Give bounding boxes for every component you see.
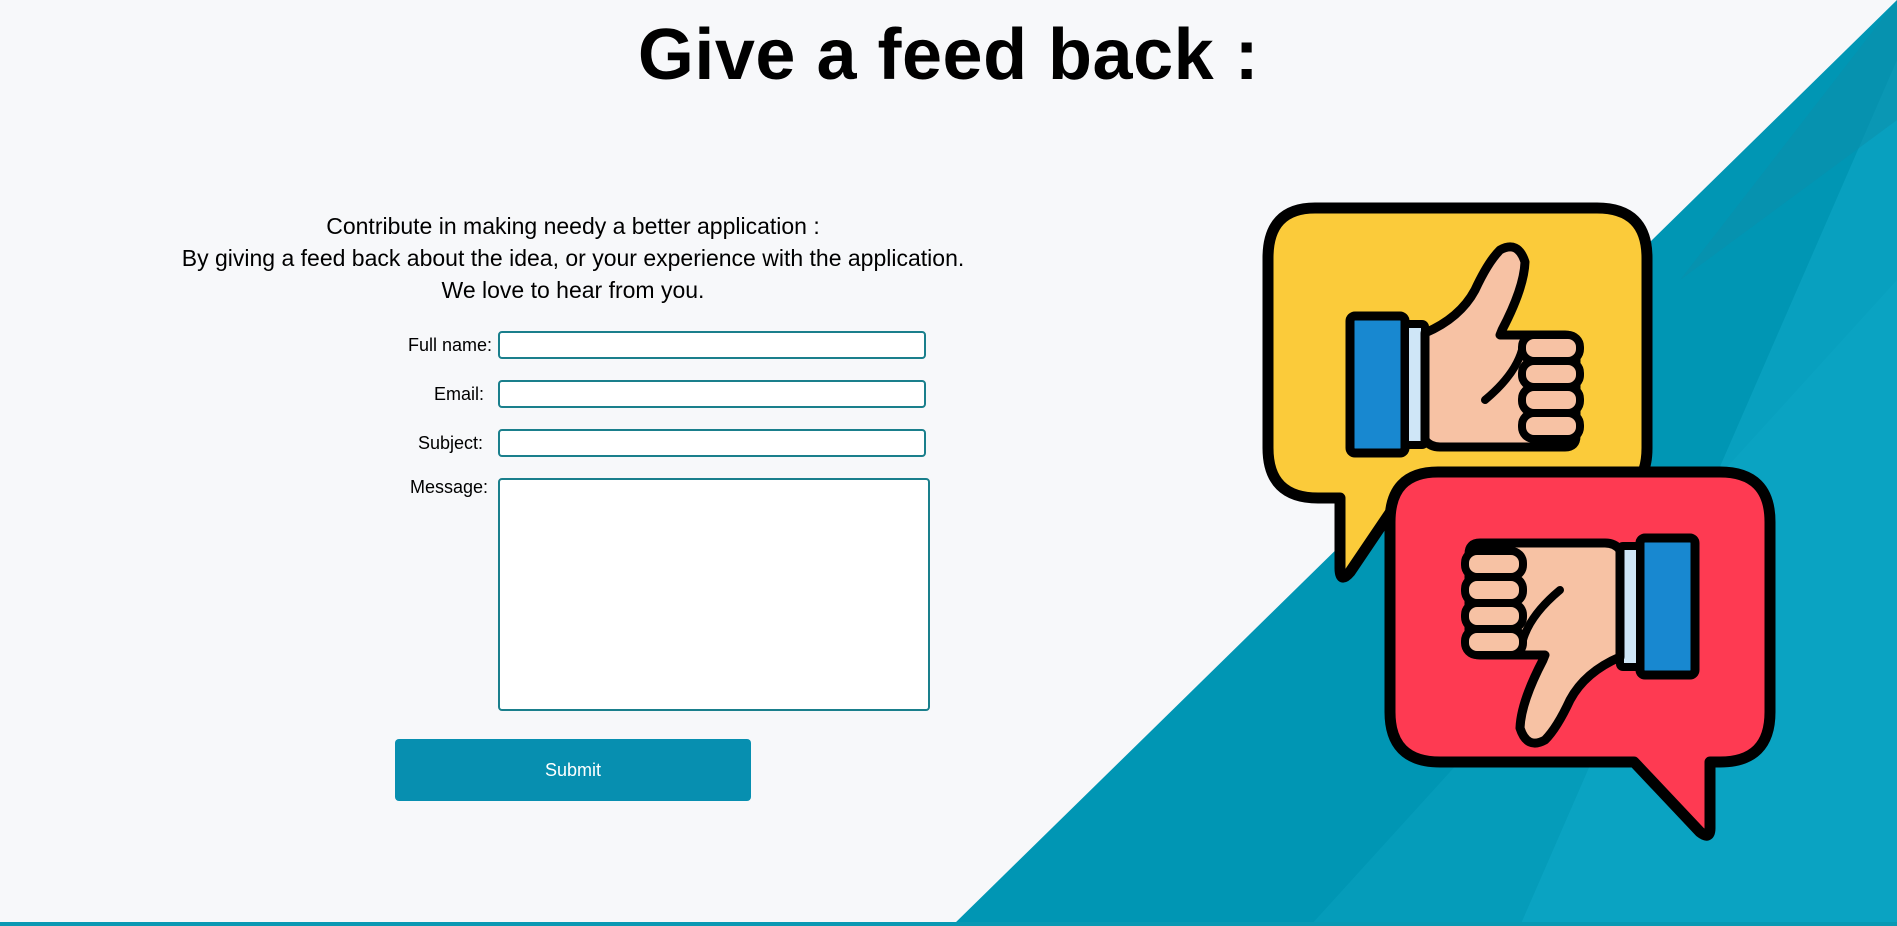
submit-button[interactable]: Submit xyxy=(395,739,751,801)
feedback-illustration xyxy=(1262,202,1776,841)
message-textarea[interactable] xyxy=(498,478,930,711)
intro-line-1: Contribute in making needy a better appl… xyxy=(326,213,820,239)
intro-line-3: We love to hear from you. xyxy=(441,277,705,303)
thumbs-down-bubble xyxy=(1384,466,1776,841)
bottom-border-line xyxy=(0,922,1897,926)
subject-input[interactable] xyxy=(498,429,926,457)
subject-label: Subject: xyxy=(418,433,484,453)
intro-line-2: By giving a feed back about the idea, or… xyxy=(181,245,965,271)
message-label: Message: xyxy=(410,477,489,497)
email-label: Email: xyxy=(434,384,485,404)
page-title: Give a feed back : xyxy=(637,15,1260,95)
intro-text: Contribute in making needy a better appl… xyxy=(173,210,973,306)
email-input[interactable] xyxy=(498,380,926,408)
fullname-input[interactable] xyxy=(498,331,926,359)
fullname-label: Full name: xyxy=(408,335,493,355)
